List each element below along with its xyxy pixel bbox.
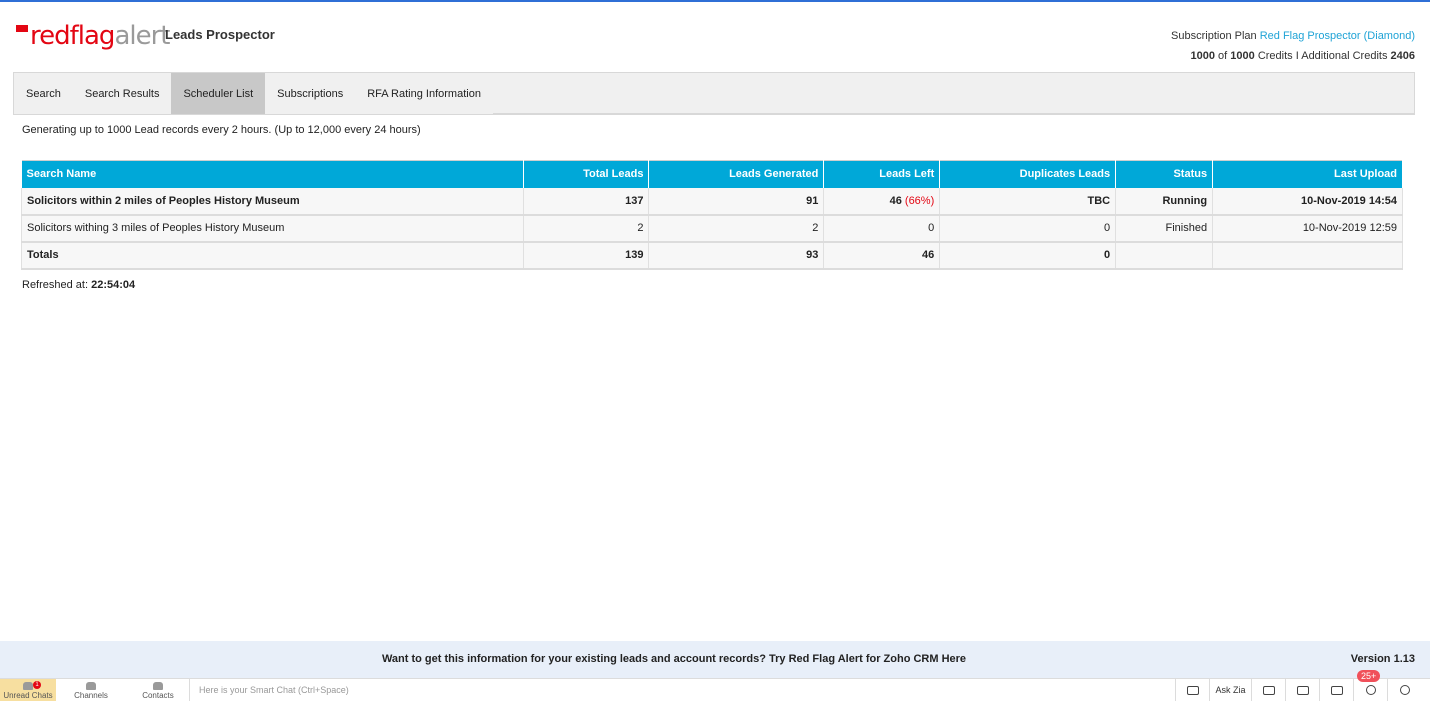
gamepad-icon [1262, 685, 1275, 695]
col-leads-left[interactable]: Leads Left [823, 160, 941, 188]
refreshed-time: 22:54:04 [91, 279, 136, 291]
redflagalert-logo[interactable]: redflag alert [16, 21, 170, 51]
logo-text-red: redflag [30, 21, 115, 51]
credits-used: 1000 [1190, 50, 1215, 62]
zia-button[interactable] [1319, 679, 1353, 701]
credits-of: of [1218, 50, 1228, 62]
cell-last-upload: 10-Nov-2019 14:54 [1212, 187, 1403, 216]
table-header-row: Search Name Total Leads Leads Generated … [21, 160, 1403, 188]
notes-button[interactable] [1285, 679, 1319, 701]
unread-count-badge: 1 [33, 681, 41, 689]
totals-row: Totals 139 93 46 0 [21, 241, 1403, 270]
leads-left-percent: (66%) [904, 194, 935, 207]
cell-leads-generated: 91 [648, 187, 825, 216]
cell-total-leads: 2 [523, 214, 650, 243]
ask-zia-button[interactable]: Ask Zia [1209, 679, 1251, 701]
cell-leads-generated: 2 [648, 214, 825, 243]
unread-chats-button[interactable]: 1 Unread Chats [0, 679, 56, 701]
subscription-info: Subscription Plan Red Flag Prospector (D… [1171, 26, 1415, 66]
col-search-name[interactable]: Search Name [21, 160, 524, 188]
totals-total-leads: 139 [523, 241, 650, 270]
logo-text-grey: alert [114, 21, 170, 51]
history-button[interactable] [1387, 679, 1421, 701]
plan-label: Subscription Plan [1171, 30, 1257, 42]
alarm-clock-icon [1365, 685, 1376, 695]
credits-label: Credits I Additional Credits [1257, 50, 1388, 62]
cell-duplicates: TBC [939, 187, 1117, 216]
refreshed-at: Refreshed at: 22:54:04 [22, 279, 135, 291]
tab-subscriptions[interactable]: Subscriptions [265, 73, 355, 114]
totals-leads-left: 46 [823, 241, 941, 270]
cell-status: Finished [1115, 214, 1214, 243]
channels-icon [86, 682, 96, 690]
chat-taskbar: 1 Unread Chats Channels Contacts Here is… [0, 670, 1430, 701]
version-label: Version 1.13 [1350, 653, 1415, 665]
cell-leads-left: 46 (66%) [823, 187, 941, 216]
table-row[interactable]: Solicitors withing 3 miles of Peoples Hi… [21, 214, 1403, 243]
channels-button[interactable]: Channels [66, 679, 116, 701]
tab-bar-spacer [492, 73, 1414, 114]
history-icon [1399, 685, 1410, 695]
monitor-icon [1186, 685, 1199, 695]
credits-total: 1000 [1230, 50, 1255, 62]
tab-search[interactable]: Search [14, 73, 73, 114]
scheduler-table: Search Name Total Leads Leads Generated … [21, 160, 1403, 270]
tab-search-results[interactable]: Search Results [73, 73, 172, 114]
cell-status: Running [1115, 187, 1214, 216]
totals-label: Totals [21, 241, 524, 270]
tab-rfa-rating-information[interactable]: RFA Rating Information [355, 73, 493, 114]
cell-search-name: Solicitors within 2 miles of Peoples His… [21, 187, 524, 216]
cell-search-name: Solicitors withing 3 miles of Peoples Hi… [21, 214, 524, 243]
refreshed-label: Refreshed at: [22, 279, 89, 291]
additional-credits: 2406 [1390, 50, 1415, 62]
totals-status [1115, 241, 1214, 270]
crm-promo-link[interactable]: Want to get this information for your ex… [0, 653, 1348, 665]
totals-duplicates: 0 [939, 241, 1117, 270]
unread-chats-label: Unread Chats [3, 691, 53, 700]
cell-duplicates: 0 [939, 214, 1117, 243]
totals-last-upload [1212, 241, 1403, 270]
contacts-label: Contacts [142, 691, 174, 700]
smart-chat-input[interactable]: Here is your Smart Chat (Ctrl+Space) [189, 679, 1175, 701]
leads-left-value: 46 [889, 194, 902, 207]
generation-info-text: Generating up to 1000 Lead records every… [22, 124, 421, 136]
channels-label: Channels [74, 691, 108, 700]
games-button[interactable] [1251, 679, 1285, 701]
zia-icon [1330, 685, 1343, 695]
logo-flag-icon [16, 25, 28, 32]
cell-leads-left: 0 [823, 214, 941, 243]
notification-badge: 25+ [1357, 670, 1381, 682]
cell-total-leads: 137 [523, 187, 650, 216]
tab-scheduler-list[interactable]: Scheduler List [171, 73, 266, 114]
col-total-leads[interactable]: Total Leads [523, 160, 650, 188]
main-tabs: Search Search Results Scheduler List Sub… [13, 72, 1415, 115]
totals-leads-generated: 93 [648, 241, 825, 270]
table-row[interactable]: Solicitors within 2 miles of Peoples His… [21, 187, 1403, 216]
contact-person-icon [153, 682, 163, 690]
cell-last-upload: 10-Nov-2019 12:59 [1212, 214, 1403, 243]
promo-footer: Want to get this information for your ex… [0, 641, 1430, 678]
col-leads-generated[interactable]: Leads Generated [648, 160, 825, 188]
app-title: Leads Prospector [165, 27, 275, 42]
taskbar-actions: Ask Zia 25+ [1175, 670, 1421, 701]
col-status[interactable]: Status [1115, 160, 1214, 188]
sticky-note-icon [1296, 685, 1309, 695]
app-header: redflag alert Leads Prospector Subscript… [0, 2, 1430, 72]
chat-bubble-icon: 1 [23, 681, 41, 690]
col-last-upload[interactable]: Last Upload [1212, 160, 1403, 188]
screen-share-button[interactable] [1175, 679, 1209, 701]
contacts-button[interactable]: Contacts [133, 679, 183, 701]
reminders-button[interactable]: 25+ [1353, 670, 1387, 701]
plan-name-link[interactable]: Red Flag Prospector (Diamond) [1260, 30, 1415, 42]
col-duplicates-leads[interactable]: Duplicates Leads [939, 160, 1117, 188]
